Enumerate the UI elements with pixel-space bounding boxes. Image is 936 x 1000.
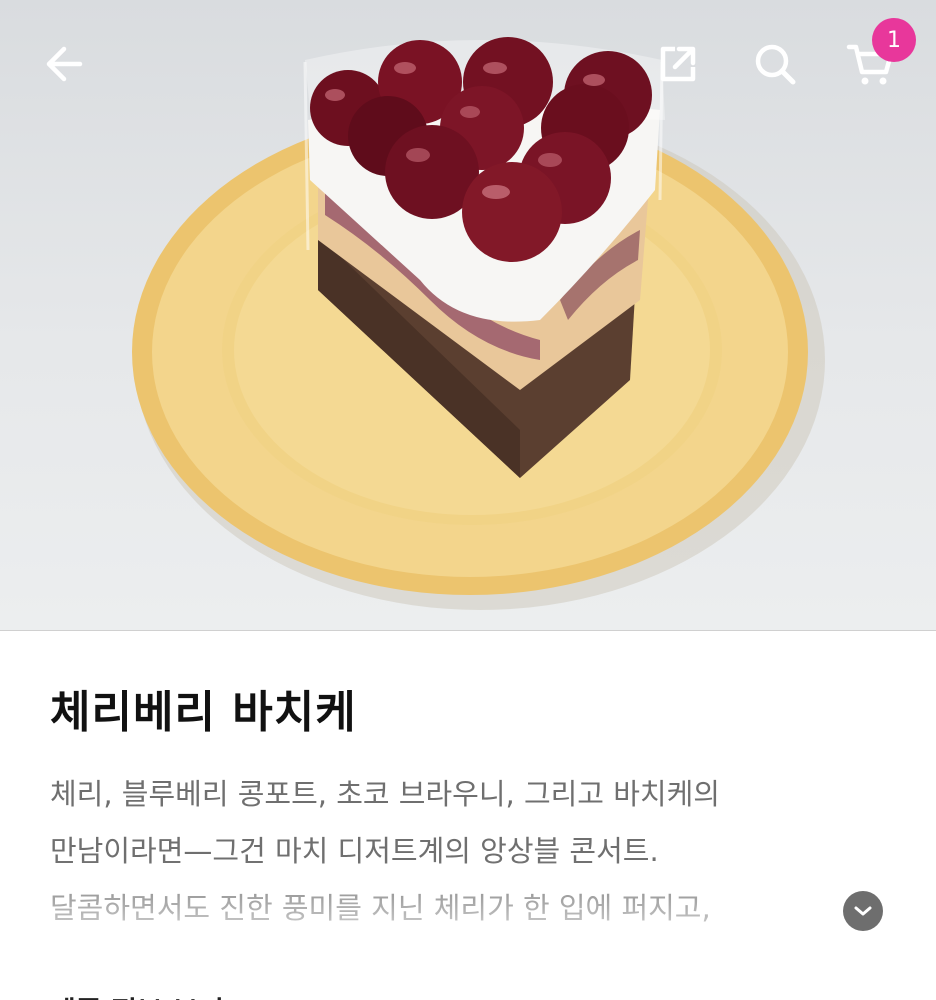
cart-count-badge: 1	[872, 18, 916, 62]
search-icon	[755, 44, 796, 85]
description-line: 만남이라면—그건 마치 디저트계의 앙상블 콘서트.	[50, 834, 659, 868]
search-button[interactable]	[747, 36, 803, 92]
arrow-left-icon	[46, 46, 83, 82]
back-button[interactable]	[36, 36, 92, 92]
description-line: 달콤하면서도 진한 풍미를 지닌 체리가 한 입에 퍼지고,	[50, 891, 711, 925]
product-info-heading: 제품 정보 보기	[50, 990, 224, 1000]
product-detail-screen: 1 체리베리 바치케 체리, 블루베리 콩포트, 초코 브라우니, 그리고 바치…	[0, 0, 936, 1000]
share-button[interactable]	[650, 36, 706, 92]
share-icon	[660, 46, 696, 82]
expand-description-button[interactable]	[843, 891, 883, 931]
product-title: 체리베리 바치케	[50, 687, 357, 738]
chevron-down-icon	[854, 906, 872, 916]
description-line: 체리, 블루베리 콩포트, 초코 브라우니, 그리고 바치케의	[50, 777, 720, 811]
cake-illustration	[132, 37, 825, 610]
product-description: 체리, 블루베리 콩포트, 초코 브라우니, 그리고 바치케의 만남이라면—그건…	[50, 780, 820, 951]
product-image	[0, 0, 936, 631]
